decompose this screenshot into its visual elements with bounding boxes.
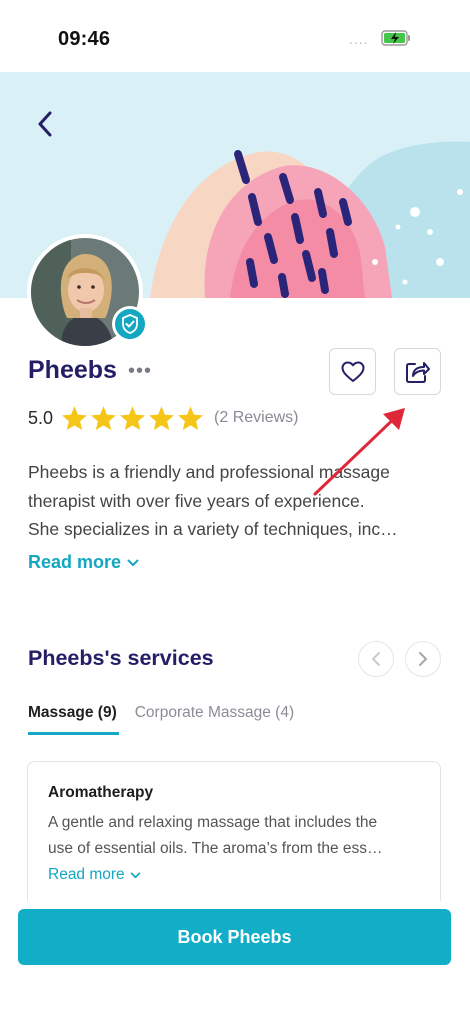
star-icon (120, 406, 145, 431)
service-tabs: Massage (9) Corporate Massage (4) (28, 704, 312, 736)
status-time: 09:46 (58, 28, 111, 50)
signal-icon: .... (349, 31, 369, 47)
carousel-next-button[interactable] (405, 641, 441, 677)
share-button[interactable] (394, 348, 441, 395)
services-title: Pheebs's services (28, 646, 214, 670)
carousel-prev-button[interactable] (358, 641, 394, 677)
star-icon (178, 406, 203, 431)
book-button[interactable]: Book Pheebs (18, 909, 451, 965)
service-read-more-label: Read more (48, 866, 125, 883)
service-read-more-link[interactable]: Read more (48, 866, 141, 884)
share-icon (405, 361, 430, 383)
chevron-down-icon (127, 559, 139, 566)
more-options-button[interactable]: ••• (128, 360, 152, 383)
verified-badge (112, 306, 148, 342)
favorite-button[interactable] (329, 348, 376, 395)
reviews-link[interactable]: (2 Reviews) (214, 409, 298, 427)
status-bar: 09:46 .... (0, 0, 470, 72)
chevron-left-icon (38, 111, 52, 137)
service-description: A gentle and relaxing massage that inclu… (48, 810, 426, 862)
chevron-right-icon (419, 652, 427, 666)
service-description-line: use of essential oils. The aroma’s from … (48, 840, 383, 857)
heart-icon (341, 361, 364, 382)
verified-shield-icon (115, 309, 145, 339)
rating-value: 5.0 (28, 407, 54, 428)
star-icon (149, 406, 174, 431)
chevron-left-icon (372, 652, 380, 666)
chevron-down-icon (130, 871, 140, 878)
service-name: Aromatherapy (48, 784, 154, 801)
tab-massage[interactable]: Massage (9) (28, 704, 119, 735)
read-more-label: Read more (28, 552, 122, 572)
description-line: Pheebs is a friendly and professional ma… (28, 462, 390, 482)
tab-corporate-massage[interactable]: Corporate Massage (4) (135, 704, 294, 732)
profile-name: Pheebs (28, 356, 117, 384)
star-icon (91, 406, 116, 431)
star-icon (62, 406, 87, 431)
profile-description: Pheebs is a friendly and professional ma… (28, 458, 440, 544)
rating-stars (61, 405, 204, 431)
service-card[interactable]: Aromatherapy A gentle and relaxing massa… (27, 761, 441, 901)
description-line: She specializes in a variety of techniqu… (28, 519, 398, 539)
rating-row: 5.0 (2 Reviews) (28, 404, 299, 432)
service-description-line: A gentle and relaxing massage that inclu… (48, 814, 378, 831)
battery-icon (381, 30, 410, 46)
description-line: therapist with over five years of experi… (28, 490, 365, 511)
read-more-link[interactable]: Read more (28, 552, 139, 573)
back-button[interactable] (28, 104, 62, 144)
